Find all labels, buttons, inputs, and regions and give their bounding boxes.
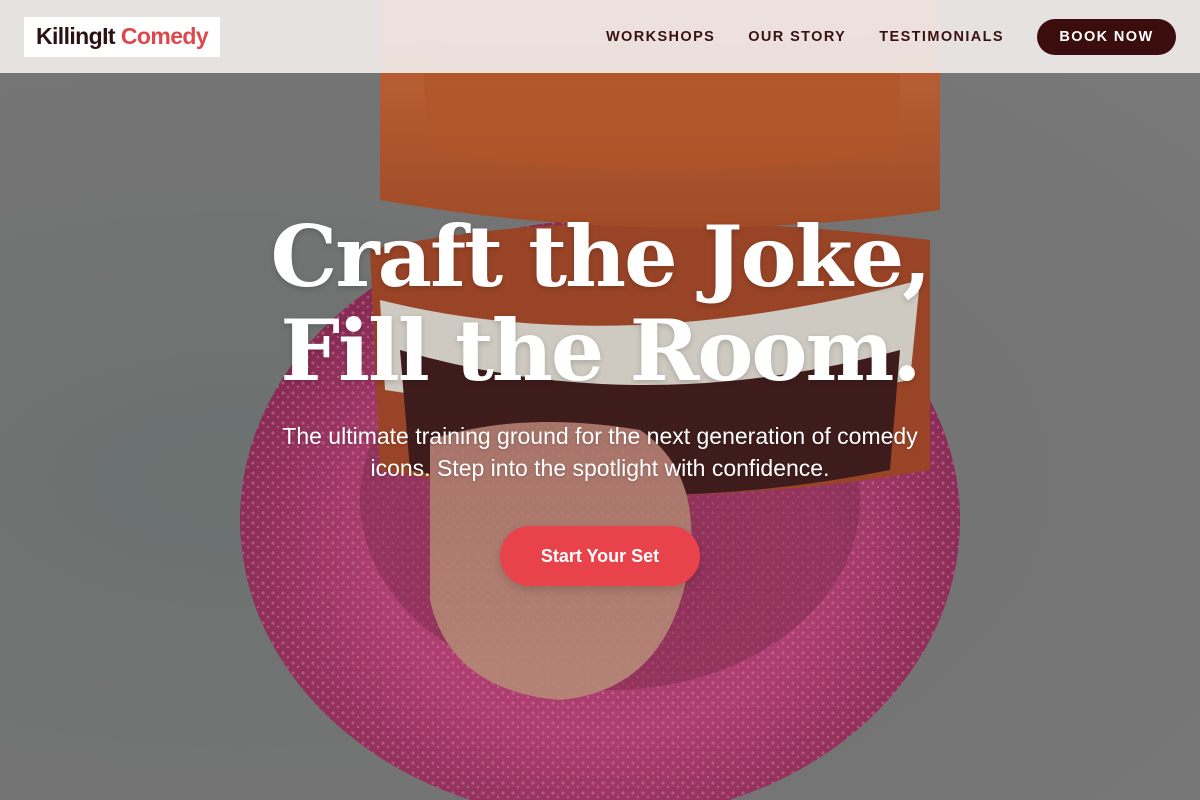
top-navbar: KillingIt Comedy WORKSHOPS OUR STORY TES… [0, 0, 1200, 73]
nav-links: WORKSHOPS OUR STORY TESTIMONIALS BOOK NO… [606, 18, 1176, 55]
hero-content: Craft the Joke, Fill the Room. The ultim… [0, 210, 1200, 586]
hero-headline-line1: Craft the Joke, [270, 207, 932, 306]
brand-logo[interactable]: KillingIt Comedy [24, 16, 221, 57]
start-your-set-button[interactable]: Start Your Set [500, 526, 700, 586]
nav-link-testimonials[interactable]: TESTIMONIALS [879, 29, 1004, 45]
hero-subtext: The ultimate training ground for the nex… [282, 423, 918, 481]
brand-name-primary: KillingIt [36, 23, 116, 49]
brand-name-accent: Comedy [120, 23, 209, 49]
hero-headline: Craft the Joke, Fill the Room. [0, 210, 1200, 398]
hero-headline-line2: Fill the Room. [280, 301, 921, 400]
book-now-button[interactable]: BOOK NOW [1037, 18, 1176, 55]
nav-link-our-story[interactable]: OUR STORY [748, 29, 846, 45]
nav-link-workshops[interactable]: WORKSHOPS [606, 29, 715, 45]
